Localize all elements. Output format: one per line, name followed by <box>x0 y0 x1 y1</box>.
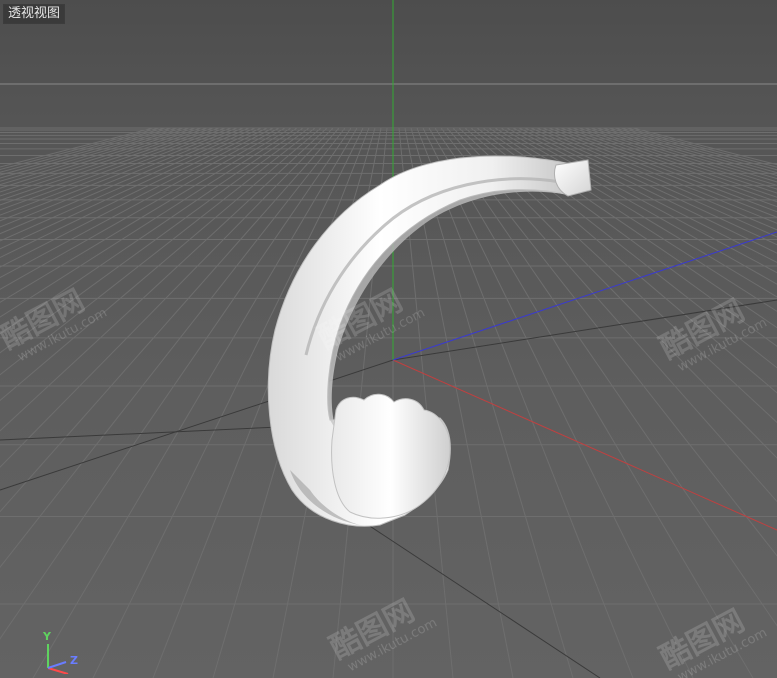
axis-gizmo: Y Z <box>34 630 84 675</box>
grid-line <box>530 127 777 238</box>
grid-line <box>578 127 777 194</box>
grid-line <box>452 127 777 459</box>
grid-line <box>416 127 634 678</box>
grid-line <box>434 127 777 627</box>
grid-line <box>512 127 777 264</box>
grid-line <box>152 127 370 678</box>
viewport-title[interactable]: 透视视图 <box>3 4 66 24</box>
gizmo-lines <box>47 644 69 675</box>
grid-line <box>0 127 190 186</box>
grid-line <box>0 127 154 168</box>
grid-line <box>0 127 316 376</box>
grid-line <box>0 127 292 303</box>
3d-viewport[interactable]: 酷图网 www.ikutu.com 酷图网 www.ikutu.com 酷图网 … <box>0 0 777 678</box>
gizmo-z-label: Z <box>70 654 78 667</box>
grid-line <box>0 127 244 228</box>
grid-line <box>608 127 777 177</box>
grid-line <box>0 127 160 171</box>
grid-line <box>0 127 208 197</box>
claw-knuckle <box>331 393 451 519</box>
curved-claw-model[interactable] <box>267 155 592 527</box>
viewport-scene[interactable] <box>0 0 777 678</box>
grid-line <box>548 127 777 218</box>
grid-line <box>620 127 777 171</box>
grid-line <box>0 127 226 211</box>
grid-line <box>494 127 777 298</box>
grid-line <box>626 127 777 168</box>
grid-line <box>482 127 777 329</box>
grid-line <box>614 127 777 174</box>
grid-line <box>0 127 220 206</box>
grid-line <box>0 127 262 250</box>
gizmo-y-label: Y <box>43 630 51 643</box>
grid-major-line <box>392 299 777 361</box>
grid-line <box>554 127 777 213</box>
grid-line <box>0 127 286 290</box>
grid-line <box>584 127 777 190</box>
grid-line <box>0 127 256 242</box>
grid-line <box>0 127 238 222</box>
grid-line <box>422 127 694 678</box>
grid-line <box>0 127 304 335</box>
z-axis-line <box>392 231 777 361</box>
grid-line <box>500 127 777 285</box>
